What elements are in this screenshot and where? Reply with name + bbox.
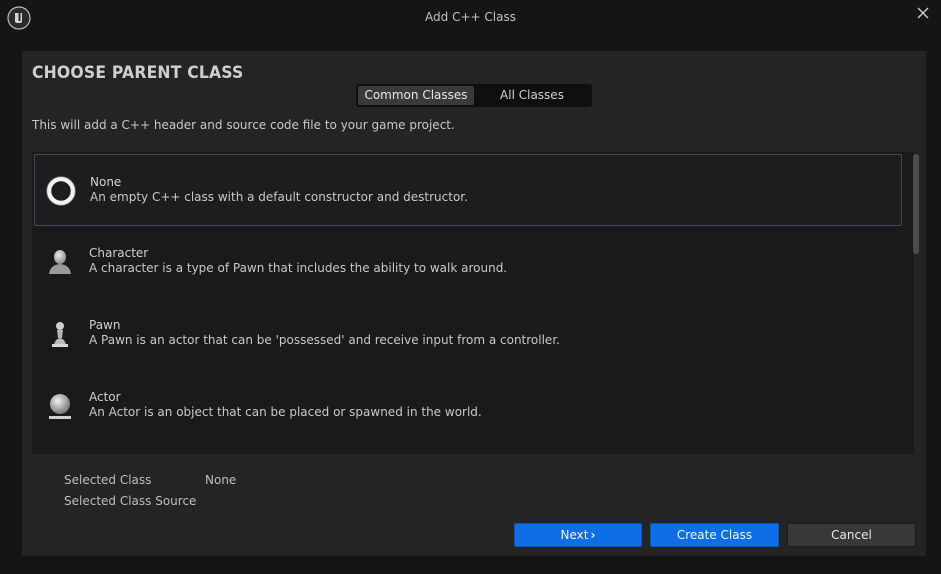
- selected-class-value: None: [205, 473, 237, 487]
- class-description: A character is a type of Pawn that inclu…: [89, 261, 508, 275]
- window-title: Add C++ Class: [425, 10, 516, 24]
- next-button-label: Next: [560, 528, 589, 542]
- parent-class-list: None An empty C++ class with a default c…: [32, 152, 919, 454]
- add-cpp-class-window: Add C++ Class CHOOSE PARENT CLASS Common…: [0, 0, 941, 574]
- character-icon: [49, 250, 71, 274]
- dialog-panel: CHOOSE PARENT CLASS Common Classes All C…: [22, 51, 926, 556]
- title-bar[interactable]: Add C++ Class: [0, 0, 941, 36]
- class-item-character[interactable]: Character A character is a type of Pawn …: [34, 226, 902, 298]
- create-class-button[interactable]: Create Class: [650, 523, 779, 547]
- dialog-description: This will add a C++ header and source co…: [32, 118, 455, 132]
- class-item-none[interactable]: None An empty C++ class with a default c…: [34, 154, 902, 226]
- chevron-right-icon: ›: [590, 528, 596, 542]
- class-name: Character: [89, 246, 149, 260]
- actor-sphere-icon: [49, 394, 71, 419]
- class-name: None: [90, 175, 122, 189]
- tab-all-classes[interactable]: All Classes: [474, 86, 590, 105]
- class-tabs: Common Classes All Classes: [356, 84, 592, 107]
- class-description: A Pawn is an actor that can be 'possesse…: [89, 333, 560, 347]
- class-item-actor[interactable]: Actor An Actor is an object that can be …: [34, 370, 902, 442]
- scrollbar-thumb[interactable]: [913, 154, 919, 254]
- cancel-button[interactable]: Cancel: [787, 523, 916, 547]
- class-description: An Actor is an object that can be placed…: [89, 405, 482, 419]
- none-ring-icon: [46, 176, 76, 206]
- selected-class-source-label: Selected Class Source: [64, 494, 197, 508]
- pawn-icon: [52, 322, 68, 347]
- class-description: An empty C++ class with a default constr…: [90, 190, 468, 204]
- selected-class-label: Selected Class: [64, 473, 152, 487]
- list-scrollbar[interactable]: [912, 154, 920, 452]
- close-icon[interactable]: [914, 4, 932, 22]
- class-item-pawn[interactable]: Pawn A Pawn is an actor that can be 'pos…: [34, 298, 902, 370]
- tab-common-classes[interactable]: Common Classes: [358, 86, 474, 105]
- class-name: Pawn: [89, 318, 121, 332]
- page-title: CHOOSE PARENT CLASS: [32, 63, 244, 83]
- class-name: Actor: [89, 390, 121, 404]
- next-button[interactable]: Next ›: [514, 523, 642, 547]
